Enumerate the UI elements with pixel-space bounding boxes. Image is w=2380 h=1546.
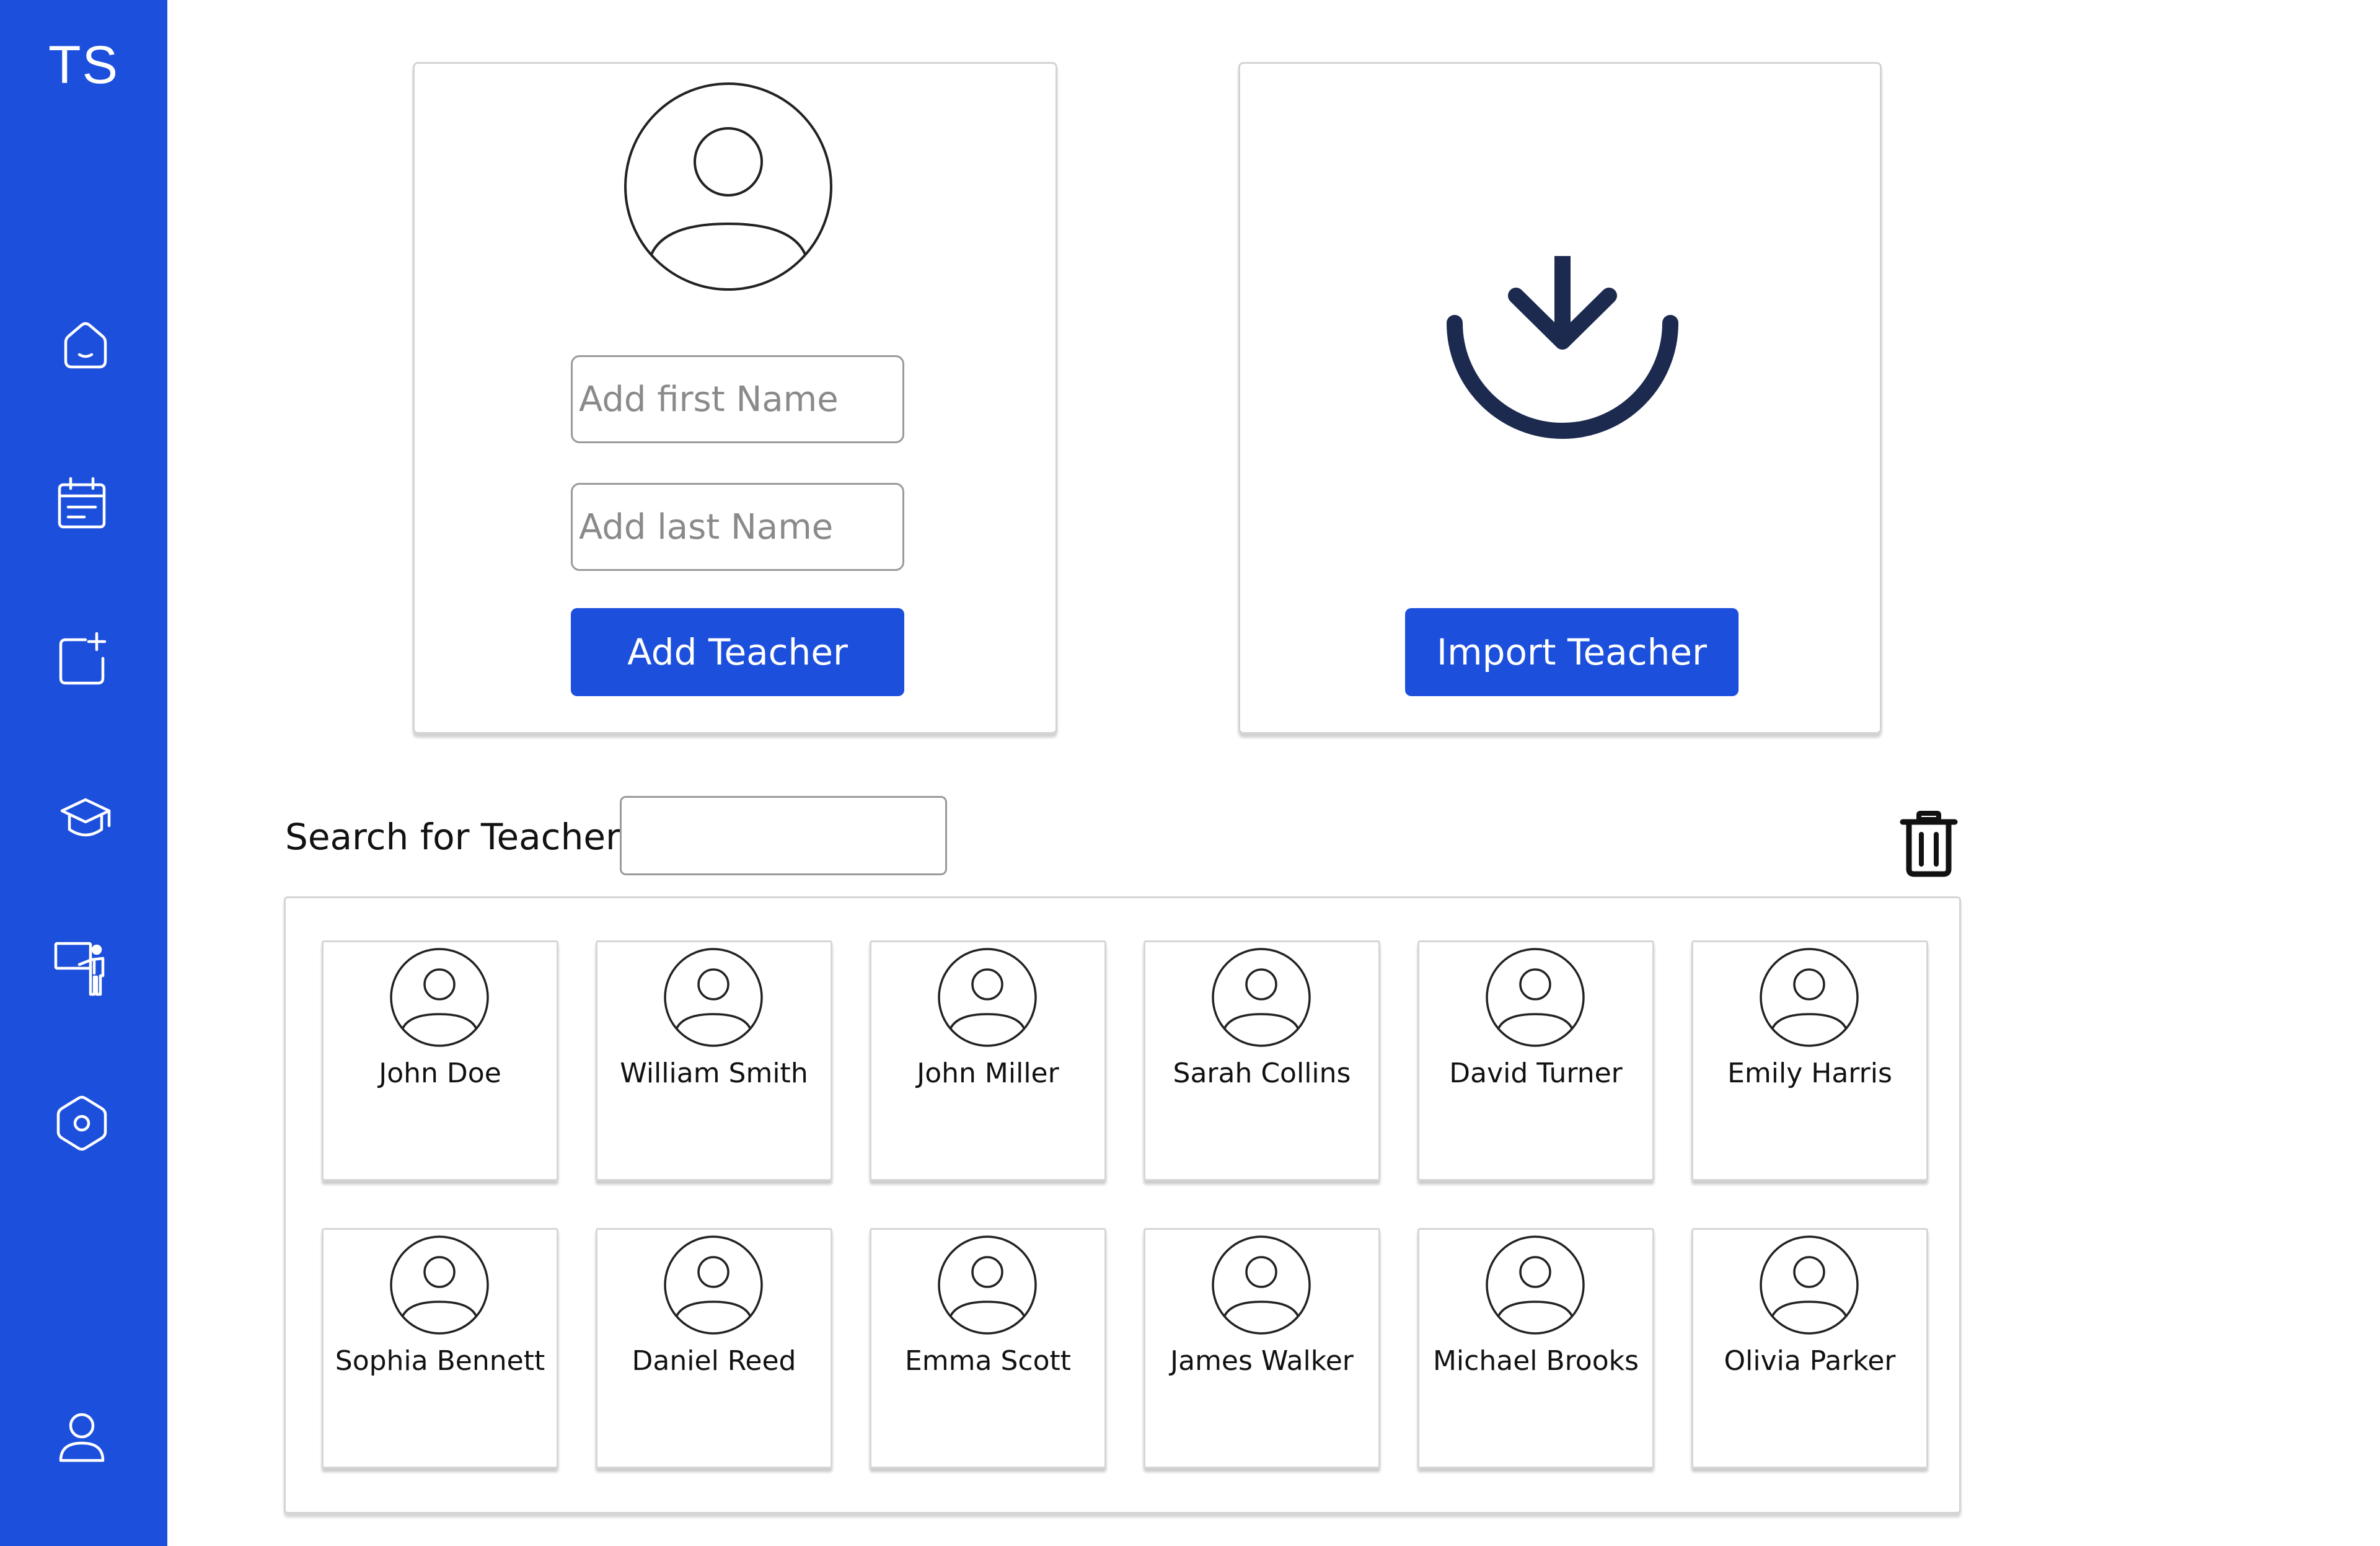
- add-note-icon: [59, 632, 107, 685]
- teacher-card[interactable]: Sophia Bennett: [322, 1228, 558, 1469]
- teacher-avatar-icon: [1760, 948, 1859, 1047]
- nav-calendar[interactable]: [45, 466, 119, 541]
- teacher-name: Olivia Parker: [1724, 1345, 1896, 1377]
- graduation-cap-icon: [60, 798, 111, 837]
- nav-courses[interactable]: [48, 779, 123, 853]
- nav-home[interactable]: [48, 309, 123, 383]
- teacher-card[interactable]: Emma Scott: [870, 1228, 1106, 1469]
- nav-add[interactable]: [45, 622, 119, 697]
- home-icon: [64, 322, 107, 369]
- teacher-card[interactable]: John Doe: [322, 940, 558, 1181]
- teacher-avatar-icon: [390, 1235, 489, 1335]
- teacher-name: Emma Scott: [904, 1345, 1072, 1377]
- user-avatar-icon: [624, 82, 832, 291]
- teacher-name: Daniel Reed: [632, 1345, 796, 1377]
- app-logo: TS: [48, 35, 119, 95]
- teacher-name: David Turner: [1449, 1058, 1623, 1089]
- user-profile-icon: [59, 1413, 105, 1462]
- search-label: Search for Teacher:: [285, 816, 632, 858]
- teacher-name: John Doe: [379, 1058, 501, 1089]
- download-icon: [1447, 256, 1678, 439]
- teacher-avatar-icon: [938, 1235, 1037, 1335]
- teacher-avatar-icon: [1486, 948, 1585, 1047]
- teacher-avatar-icon: [1760, 1235, 1859, 1335]
- trash-icon[interactable]: [1898, 810, 1960, 878]
- teacher-name: John Miller: [917, 1058, 1059, 1089]
- nav-profile[interactable]: [45, 1400, 119, 1474]
- teacher-presentation-icon: [54, 942, 105, 996]
- add-teacher-card: Add Teacher: [413, 62, 1057, 734]
- teacher-card[interactable]: Sarah Collins: [1144, 940, 1380, 1181]
- teacher-avatar-icon: [1486, 1235, 1585, 1335]
- teacher-card[interactable]: Emily Harris: [1691, 940, 1928, 1181]
- teacher-card[interactable]: William Smith: [596, 940, 832, 1181]
- search-input[interactable]: [620, 796, 947, 875]
- teacher-name: Michael Brooks: [1432, 1345, 1639, 1377]
- import-teacher-card: Import Teacher: [1238, 62, 1882, 734]
- teacher-name: William Smith: [620, 1058, 808, 1089]
- settings-icon: [56, 1095, 107, 1151]
- calendar-icon: [58, 477, 106, 529]
- last-name-input[interactable]: [571, 483, 904, 571]
- nav-settings[interactable]: [45, 1086, 119, 1160]
- teacher-avatar-icon: [1212, 948, 1311, 1047]
- teacher-card[interactable]: Michael Brooks: [1417, 1228, 1654, 1469]
- teacher-card[interactable]: John Miller: [870, 940, 1106, 1181]
- teacher-avatar-icon: [938, 948, 1037, 1047]
- teacher-avatar-icon: [1212, 1235, 1311, 1335]
- add-teacher-button[interactable]: Add Teacher: [571, 608, 904, 696]
- teacher-avatar-icon: [664, 948, 763, 1047]
- teacher-name: Emily Harris: [1727, 1058, 1892, 1089]
- teacher-card[interactable]: David Turner: [1417, 940, 1654, 1181]
- teacher-card[interactable]: Daniel Reed: [596, 1228, 832, 1469]
- teacher-avatar-icon: [390, 948, 489, 1047]
- teacher-card[interactable]: James Walker: [1144, 1228, 1380, 1469]
- teacher-grid: John Doe William Smith John Miller Sarah Co…: [284, 896, 1961, 1514]
- first-name-input[interactable]: [571, 355, 904, 443]
- teacher-name: James Walker: [1170, 1345, 1354, 1377]
- nav-teachers[interactable]: [45, 930, 119, 1004]
- sidebar: TS: [0, 0, 167, 1546]
- teacher-name: Sophia Bennett: [335, 1345, 545, 1377]
- teacher-avatar-icon: [664, 1235, 763, 1335]
- teacher-card[interactable]: Olivia Parker: [1691, 1228, 1928, 1469]
- teacher-name: Sarah Collins: [1173, 1058, 1351, 1089]
- import-teacher-button[interactable]: Import Teacher: [1405, 608, 1739, 696]
